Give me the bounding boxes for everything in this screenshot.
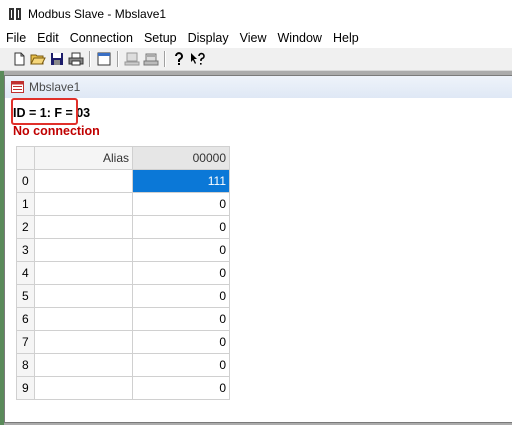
table-row: 8 0	[16, 353, 230, 377]
child-title: Mbslave1	[29, 80, 81, 94]
toolbar-separator	[164, 51, 165, 67]
alias-cell[interactable]	[34, 261, 133, 285]
alias-cell[interactable]	[34, 330, 133, 354]
save-icon[interactable]	[48, 50, 66, 68]
connection-status: No connection	[13, 124, 100, 138]
row-index: 2	[16, 215, 35, 239]
row-index: 5	[16, 284, 35, 308]
alias-cell[interactable]	[34, 376, 133, 400]
register-value-cell[interactable]: 0	[132, 238, 230, 262]
register-value-cell[interactable]: 0	[132, 330, 230, 354]
register-value-cell[interactable]: 0	[132, 284, 230, 308]
table-row: 9 0	[16, 376, 230, 400]
table-row: 6 0	[16, 307, 230, 331]
print-icon[interactable]	[67, 50, 85, 68]
table-row: 1 0	[16, 192, 230, 216]
toolbar-separator	[117, 51, 118, 67]
table-row: 3 0	[16, 238, 230, 262]
slave-function-status: ID = 1: F = 03	[13, 106, 91, 120]
context-help-icon[interactable]	[189, 50, 207, 68]
modbus-app-icon	[8, 7, 22, 21]
window-title: Modbus Slave - Mbslave1	[28, 7, 167, 21]
menu-edit[interactable]: Edit	[31, 31, 64, 45]
register-value-cell[interactable]: 0	[132, 353, 230, 377]
document-icon	[11, 81, 24, 93]
row-index: 1	[16, 192, 35, 216]
register-column-header: 00000	[132, 146, 230, 170]
menu-bar: File Edit Connection Setup Display View …	[0, 28, 512, 48]
alias-cell[interactable]	[34, 307, 133, 331]
window-icon[interactable]	[95, 50, 113, 68]
row-index: 0	[16, 169, 35, 193]
menu-display[interactable]: Display	[182, 31, 234, 45]
register-value-cell[interactable]: 0	[132, 307, 230, 331]
row-index: 3	[16, 238, 35, 262]
register-value-cell[interactable]: 0	[132, 192, 230, 216]
toolbar-separator	[89, 51, 90, 67]
row-index: 9	[16, 376, 35, 400]
table-row: 0 111	[16, 169, 230, 193]
disconnect-icon[interactable]	[142, 50, 160, 68]
register-value-cell[interactable]: 111	[132, 169, 230, 193]
menu-view[interactable]: View	[234, 31, 272, 45]
register-value-cell[interactable]: 0	[132, 376, 230, 400]
row-index: 8	[16, 353, 35, 377]
mbslave-child-window: Mbslave1 ID = 1: F = 03 No connection Al…	[4, 75, 512, 423]
toolbar	[0, 48, 512, 71]
menu-connection[interactable]: Connection	[64, 31, 138, 45]
connect-icon[interactable]	[123, 50, 141, 68]
table-row: 2 0	[16, 215, 230, 239]
alias-column-header: Alias	[34, 146, 133, 170]
alias-cell[interactable]	[34, 353, 133, 377]
new-icon[interactable]	[10, 50, 28, 68]
menu-window[interactable]: Window	[272, 31, 327, 45]
title-bar: Modbus Slave - Mbslave1	[0, 0, 512, 28]
menu-setup[interactable]: Setup	[138, 31, 182, 45]
row-index: 7	[16, 330, 35, 354]
alias-cell[interactable]	[34, 284, 133, 308]
alias-cell[interactable]	[34, 192, 133, 216]
table-row: 5 0	[16, 284, 230, 308]
open-icon[interactable]	[29, 50, 47, 68]
help-icon[interactable]	[170, 50, 188, 68]
register-value-cell[interactable]: 0	[132, 261, 230, 285]
alias-cell[interactable]	[34, 238, 133, 262]
table-corner	[16, 146, 35, 170]
register-value-cell[interactable]: 0	[132, 215, 230, 239]
child-title-bar[interactable]: Mbslave1	[5, 76, 512, 98]
row-index: 6	[16, 307, 35, 331]
register-table: Alias 00000 0 111 1 0 2 0 3 0 4 0 5 0 6 …	[16, 146, 230, 400]
alias-cell[interactable]	[34, 169, 133, 193]
alias-cell[interactable]	[34, 215, 133, 239]
menu-help[interactable]: Help	[327, 31, 364, 45]
table-row: 4 0	[16, 261, 230, 285]
row-index: 4	[16, 261, 35, 285]
table-row: 7 0	[16, 330, 230, 354]
menu-file[interactable]: File	[0, 31, 31, 45]
